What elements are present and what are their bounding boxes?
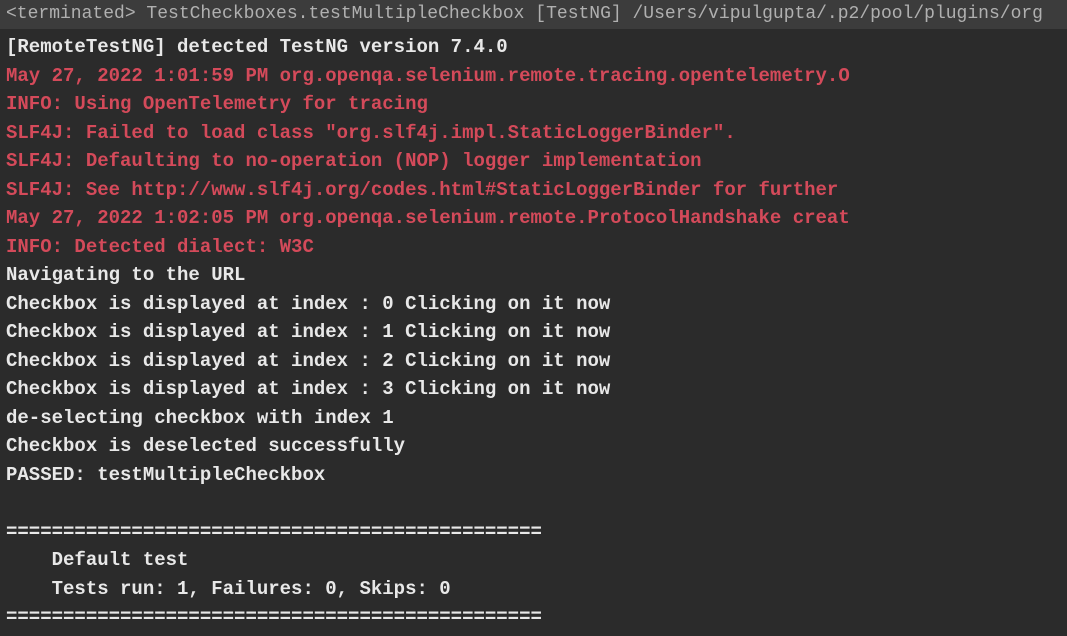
console-line: INFO: Detected dialect: W3C bbox=[6, 233, 1061, 262]
console-line: ========================================… bbox=[6, 518, 1061, 547]
console-line: ========================================… bbox=[6, 603, 1061, 632]
console-title-bar: <terminated> TestCheckboxes.testMultiple… bbox=[0, 0, 1067, 29]
console-line: Tests run: 1, Failures: 0, Skips: 0 bbox=[6, 575, 1061, 604]
console-output: [RemoteTestNG] detected TestNG version 7… bbox=[0, 29, 1067, 636]
console-line: Checkbox is displayed at index : 2 Click… bbox=[6, 347, 1061, 376]
console-line: de-selecting checkbox with index 1 bbox=[6, 404, 1061, 433]
console-line: Checkbox is displayed at index : 0 Click… bbox=[6, 290, 1061, 319]
console-line: SLF4J: Failed to load class "org.slf4j.i… bbox=[6, 119, 1061, 148]
console-line bbox=[6, 489, 1061, 518]
console-line: INFO: Using OpenTelemetry for tracing bbox=[6, 90, 1061, 119]
console-line: [RemoteTestNG] detected TestNG version 7… bbox=[6, 33, 1061, 62]
console-line: PASSED: testMultipleCheckbox bbox=[6, 461, 1061, 490]
console-line: SLF4J: See http://www.slf4j.org/codes.ht… bbox=[6, 176, 1061, 205]
console-line: Checkbox is deselected successfully bbox=[6, 432, 1061, 461]
console-line: Checkbox is displayed at index : 1 Click… bbox=[6, 318, 1061, 347]
console-line: Checkbox is displayed at index : 3 Click… bbox=[6, 375, 1061, 404]
console-line: May 27, 2022 1:01:59 PM org.openqa.selen… bbox=[6, 62, 1061, 91]
console-line: Default test bbox=[6, 546, 1061, 575]
console-line: Navigating to the URL bbox=[6, 261, 1061, 290]
console-title-text: <terminated> TestCheckboxes.testMultiple… bbox=[6, 4, 1043, 24]
console-line: SLF4J: Defaulting to no-operation (NOP) … bbox=[6, 147, 1061, 176]
console-line: May 27, 2022 1:02:05 PM org.openqa.selen… bbox=[6, 204, 1061, 233]
